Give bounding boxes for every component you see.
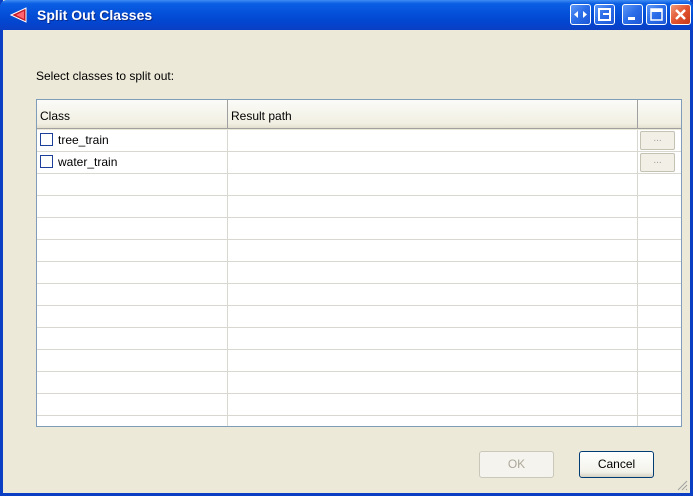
result-path-cell[interactable]	[228, 152, 638, 174]
swap-icon[interactable]	[570, 4, 591, 25]
class-cell	[37, 306, 228, 328]
browse-cell	[638, 372, 681, 394]
class-name: tree_train	[58, 133, 109, 147]
empty-row	[37, 394, 681, 416]
browse-cell	[638, 328, 681, 350]
browse-cell: ...	[638, 130, 681, 152]
restore-icon[interactable]	[594, 4, 615, 25]
empty-row	[37, 262, 681, 284]
class-cell	[37, 394, 228, 416]
result-path-cell[interactable]	[228, 130, 638, 152]
instruction-label: Select classes to split out:	[36, 69, 175, 83]
class-name: water_train	[58, 155, 118, 169]
class-cell: water_train	[37, 152, 228, 174]
browse-cell	[638, 218, 681, 240]
class-checkbox[interactable]	[40, 155, 53, 168]
empty-row	[37, 328, 681, 350]
title-bar[interactable]: Split Out Classes	[0, 0, 693, 30]
result-path-cell	[228, 218, 638, 240]
browse-button[interactable]: ...	[640, 153, 675, 172]
class-cell	[37, 284, 228, 306]
browse-cell	[638, 174, 681, 196]
window-title: Split Out Classes	[37, 7, 153, 23]
class-grid[interactable]: Class Result path tree_train... water_tra…	[36, 99, 682, 427]
dialog-window: Split Out Classes Select classes to spli…	[0, 0, 693, 496]
browse-cell	[638, 262, 681, 284]
class-cell	[37, 372, 228, 394]
table-row[interactable]: tree_train...	[37, 130, 681, 152]
cancel-button[interactable]: Cancel	[579, 451, 654, 478]
ok-button[interactable]: OK	[479, 451, 554, 478]
result-path-cell	[228, 306, 638, 328]
browse-cell	[638, 306, 681, 328]
minimize-icon[interactable]	[622, 4, 643, 25]
result-path-cell	[228, 240, 638, 262]
class-cell	[37, 416, 228, 426]
column-header-class[interactable]: Class	[37, 100, 228, 129]
result-path-cell	[228, 262, 638, 284]
class-cell	[37, 218, 228, 240]
browse-cell	[638, 240, 681, 262]
resize-grip-icon[interactable]	[676, 479, 688, 491]
browse-cell	[638, 196, 681, 218]
empty-row	[37, 306, 681, 328]
grid-header: Class Result path	[37, 100, 681, 130]
result-path-cell	[228, 284, 638, 306]
result-path-cell	[228, 372, 638, 394]
browse-cell: ...	[638, 152, 681, 174]
browse-button[interactable]: ...	[640, 131, 675, 150]
close-icon[interactable]	[670, 4, 691, 25]
result-path-cell	[228, 196, 638, 218]
maximize-icon[interactable]	[646, 4, 667, 25]
column-header-browse	[638, 100, 681, 129]
browse-cell	[638, 416, 681, 426]
table-row[interactable]: water_train...	[37, 152, 681, 174]
class-cell	[37, 196, 228, 218]
empty-row	[37, 372, 681, 394]
class-cell: tree_train	[37, 130, 228, 152]
empty-row	[37, 196, 681, 218]
result-path-cell	[228, 394, 638, 416]
browse-cell	[638, 350, 681, 372]
class-checkbox[interactable]	[40, 133, 53, 146]
empty-row	[37, 350, 681, 372]
app-icon	[9, 7, 27, 23]
empty-row	[37, 240, 681, 262]
result-path-cell	[228, 174, 638, 196]
browse-cell	[638, 394, 681, 416]
result-path-cell	[228, 350, 638, 372]
result-path-cell	[228, 328, 638, 350]
empty-row	[37, 284, 681, 306]
class-cell	[37, 350, 228, 372]
empty-row	[37, 218, 681, 240]
class-cell	[37, 328, 228, 350]
browse-cell	[638, 284, 681, 306]
column-header-result-path[interactable]: Result path	[228, 100, 638, 129]
empty-row	[37, 416, 681, 426]
class-cell	[37, 262, 228, 284]
result-path-cell	[228, 416, 638, 426]
empty-row	[37, 174, 681, 196]
class-cell	[37, 174, 228, 196]
class-cell	[37, 240, 228, 262]
